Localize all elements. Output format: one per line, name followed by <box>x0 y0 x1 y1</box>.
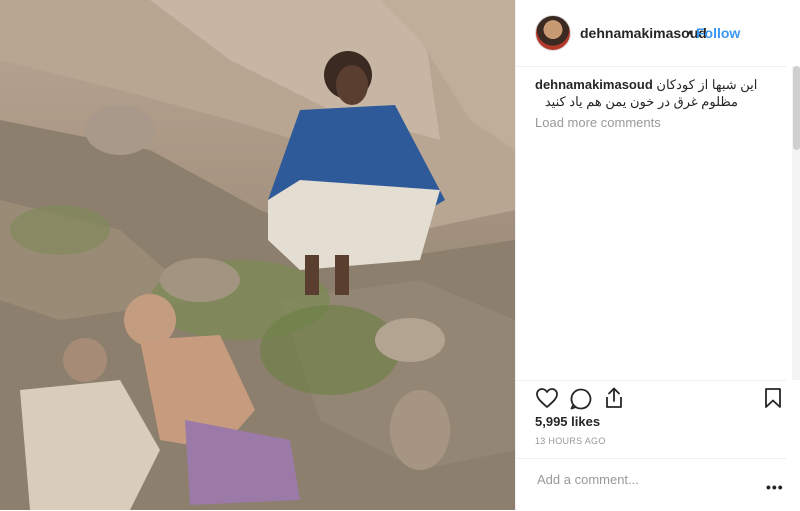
bookmark-icon[interactable] <box>764 387 782 414</box>
comment-bubble-icon[interactable] <box>569 387 593 416</box>
more-options-icon[interactable]: ••• <box>766 479 784 495</box>
comment-input[interactable] <box>535 468 749 490</box>
share-icon[interactable] <box>603 386 625 415</box>
post-header: dehnamakimasoud • Follow <box>516 0 786 67</box>
scrollbar-thumb[interactable] <box>793 66 800 150</box>
action-bar <box>516 380 786 417</box>
caption-text-line2: مظلوم غرق در خون یمن هم یاد کنید <box>544 94 738 109</box>
post-photo-illustration <box>0 0 515 510</box>
post-sidebar: dehnamakimasoud • Follow dehnamakimasoud… <box>515 0 800 510</box>
follow-button[interactable]: Follow <box>696 25 740 41</box>
comments-scrollbar[interactable] <box>792 66 800 380</box>
heart-icon[interactable] <box>535 387 559 414</box>
caption-username[interactable]: dehnamakimasoud <box>535 77 653 92</box>
post-image[interactable] <box>0 0 515 510</box>
caption-text-line1: این شبها از کودکان <box>656 77 758 92</box>
likes-count[interactable]: 5,995 likes <box>535 414 600 429</box>
post-timestamp[interactable]: 13 HOURS AGO <box>535 436 606 446</box>
caption: dehnamakimasoud این شبها از کودکان مظلوم… <box>535 76 785 110</box>
separator-dot: • <box>688 24 693 40</box>
caption-first-line: dehnamakimasoud این شبها از کودکان <box>535 76 785 93</box>
avatar[interactable] <box>535 15 571 51</box>
add-comment-bar: ••• <box>516 458 786 511</box>
load-more-comments-link[interactable]: Load more comments <box>535 115 661 130</box>
